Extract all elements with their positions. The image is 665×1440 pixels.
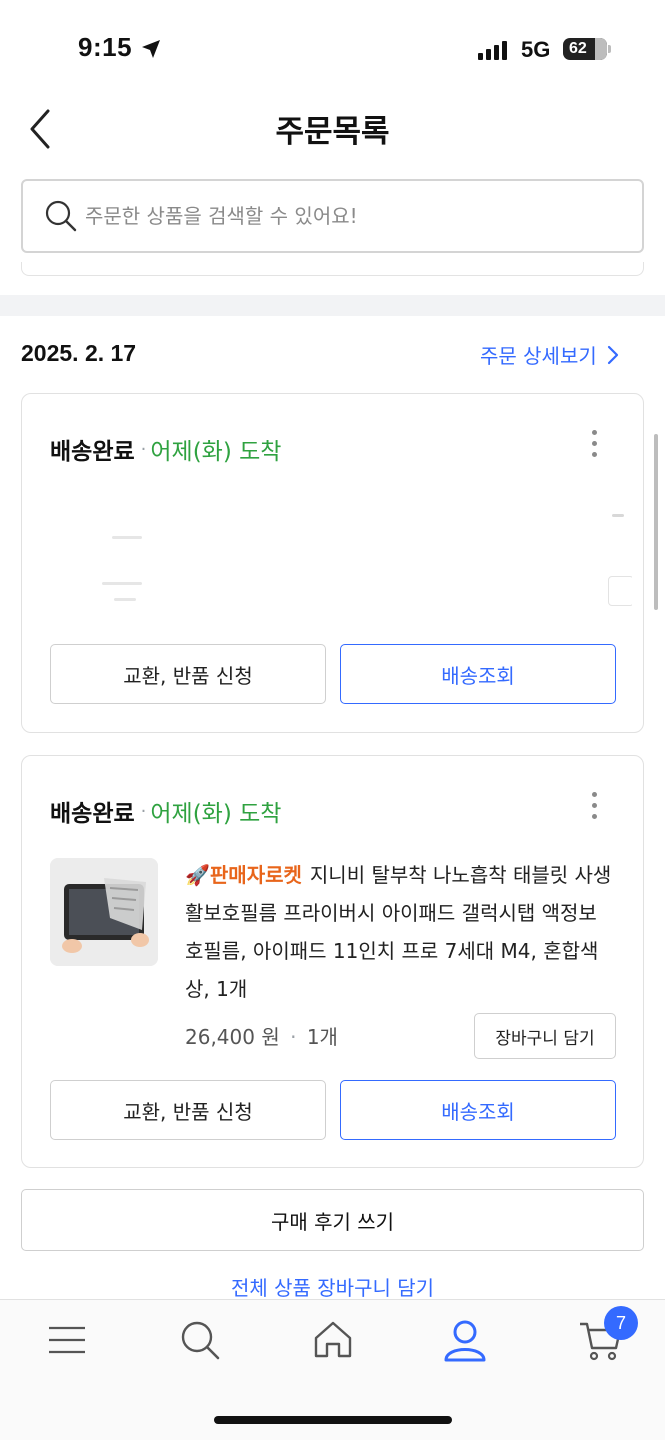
search-icon[interactable] — [178, 1318, 222, 1362]
exchange-return-button[interactable]: 교환, 반품 신청 — [50, 1080, 326, 1140]
menu-icon[interactable] — [45, 1318, 89, 1362]
add-to-cart-button[interactable]: 장바구니 담기 — [474, 1013, 616, 1059]
tablet-screen-protector-image — [50, 858, 158, 966]
product-title[interactable]: 🚀판매자로켓 지니비 탈부착 나노흡착 태블릿 사생활보호필름 프라이버시 아이패… — [185, 856, 615, 1008]
add-all-to-cart-link[interactable]: 전체 상품 장바구니 담기 — [0, 1272, 665, 1301]
product-thumbnail[interactable] — [50, 858, 158, 966]
delivery-tracking-button[interactable]: 배송조회 — [340, 1080, 616, 1140]
delivery-status-label: 배송완료 — [50, 439, 135, 465]
order-date: 2025. 2. 17 — [21, 340, 137, 366]
rocket-icon: 🚀 — [185, 863, 210, 887]
product-price: 26,400 원 — [185, 1025, 280, 1049]
home-indicator — [214, 1416, 452, 1424]
search-icon — [45, 200, 77, 232]
battery-level: 62 — [569, 40, 587, 57]
my-account-icon[interactable] — [443, 1318, 487, 1362]
page-title: 주문목록 — [275, 114, 390, 150]
arrival-date: 어제(화) 도착 — [150, 439, 282, 465]
location-arrow-icon — [142, 40, 160, 58]
chevron-right-icon — [607, 345, 618, 364]
exchange-return-button[interactable]: 교환, 반품 신청 — [50, 644, 326, 704]
product-quantity: 1개 — [306, 1025, 338, 1049]
network-type: 5G — [521, 37, 551, 62]
order-item-card: 배송완료 · 어제(화) 도착 🚀판매자로켓 지니비 탈부착 나노흡착 태블릿 사… — [21, 755, 644, 1168]
seller-rocket-badge: 🚀판매자로켓 — [185, 863, 302, 887]
cart-count-badge: 7 — [604, 1306, 638, 1340]
price-row: 26,400 원 · 1개 — [185, 1025, 338, 1049]
cellular-signal-icon — [478, 41, 507, 60]
delivery-status-label: 배송완료 — [50, 801, 135, 827]
order-detail-label: 주문 상세보기 — [480, 344, 597, 368]
more-options-icon[interactable] — [589, 430, 599, 460]
delivery-status: 배송완료 · 어제(화) 도착 — [50, 794, 281, 828]
search-input[interactable] — [85, 181, 625, 251]
battery-icon: 62 — [563, 38, 607, 60]
status-time: 9:15 — [78, 32, 133, 62]
delivery-status: 배송완료 · 어제(화) 도착 — [50, 432, 281, 466]
status-bar: 9:15 5G 62 — [0, 0, 665, 100]
write-review-button[interactable]: 구매 후기 쓰기 — [21, 1189, 644, 1251]
filter-bar-edge — [21, 262, 644, 276]
arrival-date: 어제(화) 도착 — [150, 801, 282, 827]
redacted-product-area — [72, 494, 632, 644]
home-icon[interactable] — [311, 1318, 355, 1362]
more-options-icon[interactable] — [589, 792, 599, 822]
section-divider — [0, 295, 665, 316]
order-item-card: 배송완료 · 어제(화) 도착 교환, 반품 신청 배송조회 — [21, 393, 644, 733]
delivery-tracking-button[interactable]: 배송조회 — [340, 644, 616, 704]
scrollbar[interactable] — [654, 434, 658, 610]
search-box[interactable] — [21, 179, 644, 253]
order-detail-link[interactable]: 주문 상세보기 — [480, 340, 619, 369]
